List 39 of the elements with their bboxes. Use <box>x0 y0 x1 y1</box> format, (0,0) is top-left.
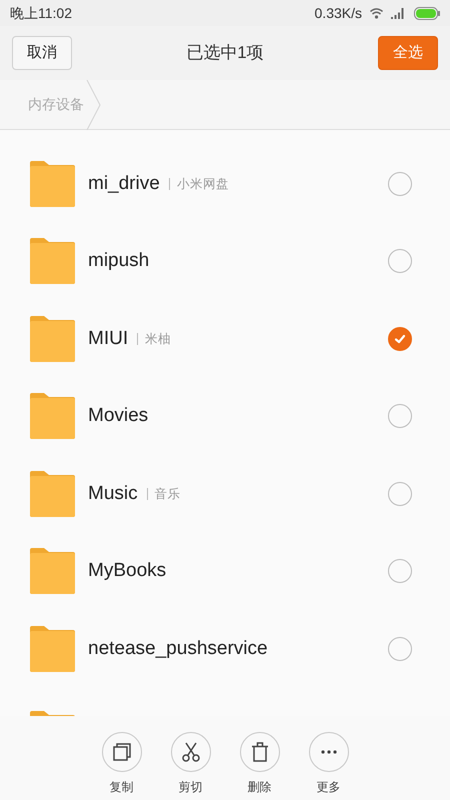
folder-icon <box>29 626 75 672</box>
selection-checkbox[interactable] <box>388 636 412 661</box>
signal-icon <box>391 8 406 18</box>
status-time: 晚上11:02 <box>10 4 72 22</box>
folder-name[interactable]: Movies <box>88 402 148 430</box>
network-speed: 0.33K/s <box>314 4 362 22</box>
folder-icon <box>29 470 75 517</box>
selection-checkbox[interactable] <box>388 482 412 506</box>
trash-icon <box>250 742 268 762</box>
wifi-icon <box>370 8 383 18</box>
copy-icon <box>112 743 130 761</box>
selection-checkbox[interactable] <box>388 326 412 351</box>
action-button[interactable]: 复制 <box>96 732 148 796</box>
battery-icon <box>414 6 440 20</box>
folder-icon <box>29 160 75 207</box>
folder-label: 音乐 <box>146 488 181 500</box>
folder-name[interactable]: mipush <box>88 247 150 276</box>
cancel-button[interactable]: 取消 <box>12 36 72 70</box>
folder-icon <box>29 238 75 284</box>
folder-name[interactable]: mi_drive <box>88 170 160 198</box>
folder-name[interactable]: MIUI <box>88 324 128 353</box>
action-button[interactable]: 剪切 <box>164 732 216 796</box>
action-button[interactable]: 更多 <box>302 732 354 796</box>
selection-checkbox[interactable] <box>388 559 412 584</box>
folder-name[interactable]: netease_pushservice <box>88 634 268 663</box>
folder-name[interactable]: Music <box>88 480 138 508</box>
folder-label: 小米网盘 <box>168 178 229 190</box>
selection-title: 已选中1项 <box>186 42 264 64</box>
selection-checkbox[interactable] <box>388 249 412 274</box>
folder-icon <box>29 548 75 594</box>
folder-icon <box>29 316 75 362</box>
more-icon <box>320 750 336 754</box>
selection-checkbox[interactable] <box>388 172 412 196</box>
folder-name[interactable]: MyBooks <box>88 557 166 586</box>
folder-icon <box>29 393 75 440</box>
scissors-icon <box>180 742 200 762</box>
folder-label: 米柚 <box>137 332 172 345</box>
selection-checkbox[interactable] <box>388 404 412 428</box>
action-button[interactable]: 删除 <box>234 732 286 796</box>
